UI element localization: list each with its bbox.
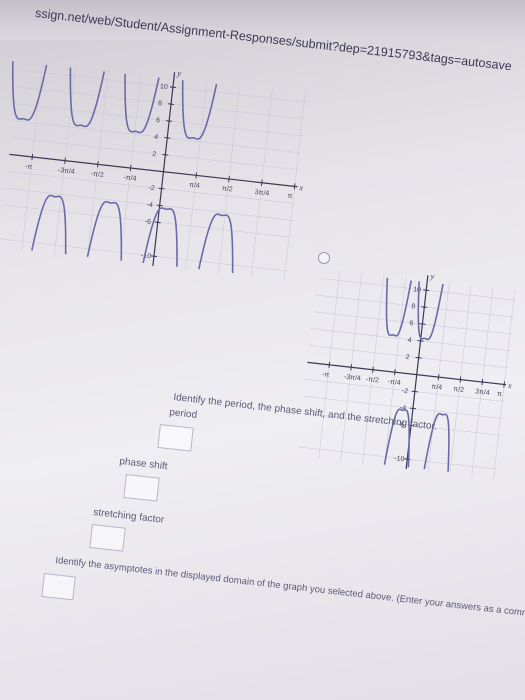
stretching-factor-label: stretching factor	[92, 507, 165, 526]
phase-shift-input[interactable]	[123, 474, 160, 502]
photo-of-screen: ssign.net/web/Student/Assignment-Respons…	[0, 0, 525, 700]
question-1-prompt: Identify the period, the phase shift, an…	[172, 392, 438, 433]
graph-option-2-radio[interactable]	[318, 252, 330, 264]
phase-shift-label: phase shift	[118, 456, 169, 473]
stretching-factor-input[interactable]	[89, 524, 126, 552]
period-label: period	[168, 407, 198, 422]
period-input[interactable]	[157, 424, 194, 452]
asymptotes-input[interactable]	[41, 573, 76, 601]
question-2-prompt: Identify the asymptotes in the displayed…	[54, 555, 525, 633]
